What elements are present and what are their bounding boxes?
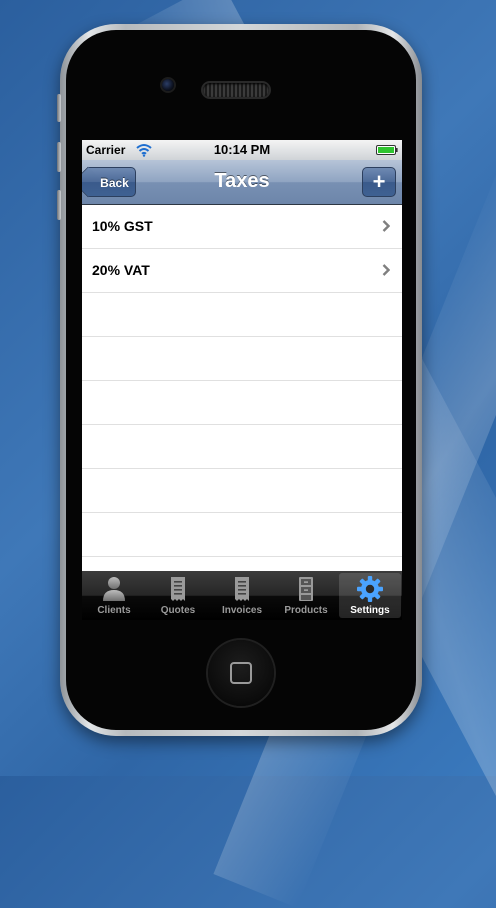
list-item[interactable]: 10% GST (82, 205, 402, 249)
tax-label: 20% VAT (92, 262, 150, 278)
navigation-bar: Back Taxes + (82, 160, 402, 205)
tab-label: Clients (97, 605, 131, 616)
iphone-device: Carrier 10:14 PM Back Taxes + 10% GST 20… (57, 24, 422, 736)
add-tax-button[interactable]: + (362, 167, 396, 197)
cabinet-icon (299, 577, 313, 601)
tab-settings[interactable]: Settings (339, 573, 401, 618)
home-square-icon (230, 662, 252, 684)
tab-label: Quotes (160, 605, 196, 616)
home-button[interactable] (208, 640, 274, 706)
tab-clients[interactable]: Clients (83, 573, 145, 618)
chevron-right-icon (382, 264, 390, 276)
tax-list: 10% GST 20% VAT (82, 205, 402, 575)
person-icon (103, 577, 125, 601)
chevron-right-icon (382, 220, 390, 232)
tab-bar: Clients Quotes Invoices Products Setting… (82, 571, 402, 620)
list-item[interactable]: 20% VAT (82, 249, 402, 293)
screen: Carrier 10:14 PM Back Taxes + 10% GST 20… (82, 140, 402, 620)
status-bar: Carrier 10:14 PM (82, 140, 402, 160)
tab-invoices[interactable]: Invoices (211, 573, 273, 618)
tax-label: 10% GST (92, 218, 153, 234)
status-time: 10:14 PM (213, 142, 271, 157)
volume-down-button (57, 190, 61, 220)
tab-label: Settings (350, 605, 390, 616)
tab-label: Products (284, 605, 328, 616)
tab-products[interactable]: Products (275, 573, 337, 618)
gear-icon (357, 576, 383, 602)
battery-icon (376, 145, 398, 155)
tab-quotes[interactable]: Quotes (147, 573, 209, 618)
earpiece-speaker (203, 83, 269, 97)
tab-label: Invoices (221, 605, 263, 616)
mute-switch (57, 94, 61, 122)
receipt-icon (171, 577, 185, 601)
front-camera (162, 79, 174, 91)
page-title: Taxes (214, 170, 270, 192)
receipt-icon (235, 577, 249, 601)
volume-up-button (57, 142, 61, 172)
